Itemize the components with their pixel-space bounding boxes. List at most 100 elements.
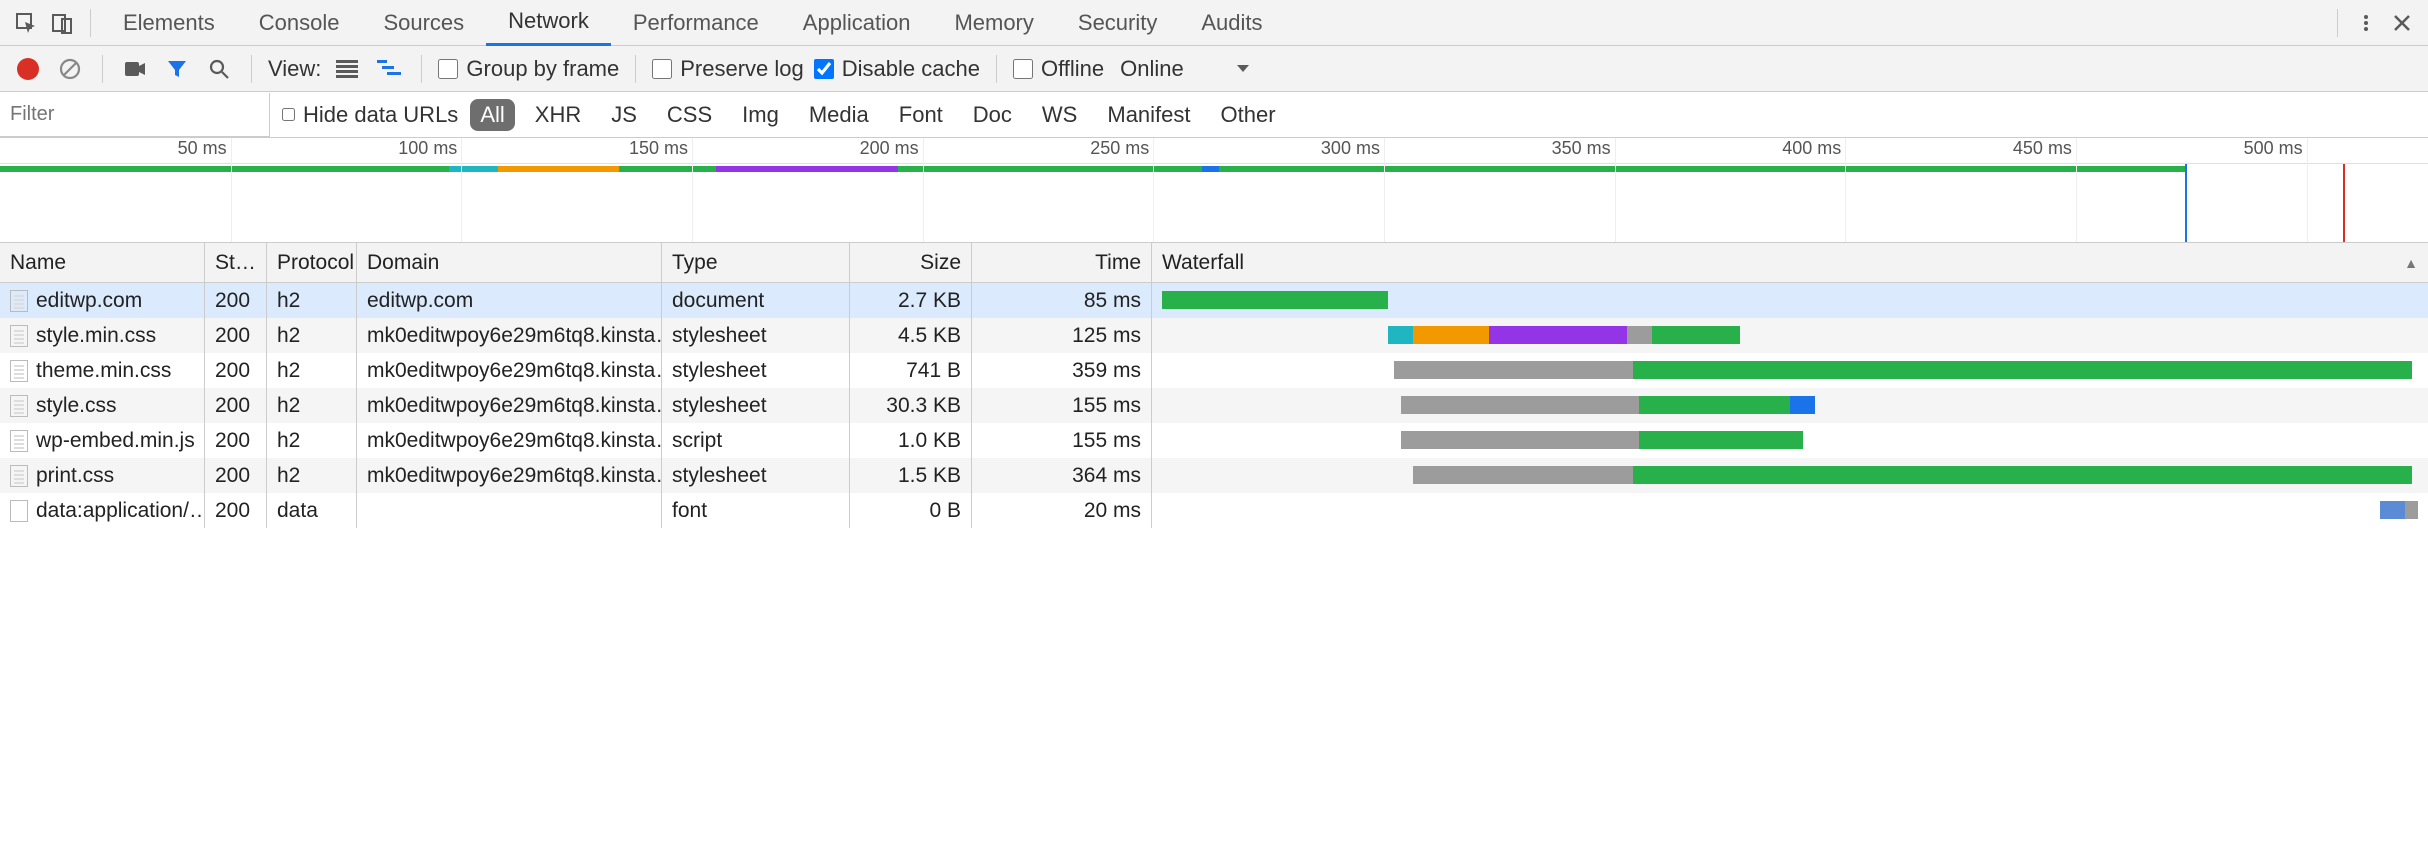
waterfall-segment [1633,361,2412,379]
kebab-menu-icon[interactable] [2348,5,2384,41]
col-size[interactable]: Size [850,243,972,282]
filter-type-js[interactable]: JS [601,99,647,131]
disable-cache-checkbox[interactable]: Disable cache [814,56,980,82]
overview-marker [2185,164,2187,242]
cell-waterfall [1152,353,2428,388]
overview-segment [619,166,716,172]
divider [421,55,422,83]
preserve-log-checkbox[interactable]: Preserve log [652,56,804,82]
tick-label: 500 ms [2244,138,2307,159]
tab-elements[interactable]: Elements [101,0,237,46]
waterfall-segment [1489,326,1627,344]
tick-label: 200 ms [860,138,923,159]
throttle-select[interactable]: Online [1114,56,1190,82]
device-toggle-icon[interactable] [44,5,80,41]
cell-time: 125 ms [972,318,1152,353]
tick-label: 50 ms [178,138,231,159]
col-time[interactable]: Time [972,243,1152,282]
cell-name: print.css [0,458,205,493]
col-status[interactable]: St… [205,243,267,282]
filter-type-font[interactable]: Font [889,99,953,131]
filter-type-manifest[interactable]: Manifest [1097,99,1200,131]
overview-segment [716,166,898,172]
file-icon [10,360,28,382]
col-waterfall[interactable]: Waterfall [1152,243,2428,282]
filter-type-ws[interactable]: WS [1032,99,1087,131]
table-row[interactable]: wp-embed.min.js200h2mk0editwpoy6e29m6tq8… [0,423,2428,458]
cell-status: 200 [205,283,267,318]
cell-type: document [662,283,850,318]
overview-segment [449,166,498,172]
search-icon[interactable] [203,53,235,85]
cell-type: script [662,423,850,458]
tick-label: 400 ms [1782,138,1845,159]
filter-type-all[interactable]: All [470,99,514,131]
cell-status: 200 [205,493,267,528]
throttle-dropdown-icon[interactable] [1200,53,1250,85]
divider [102,55,103,83]
group-by-frame-checkbox[interactable]: Group by frame [438,56,619,82]
cell-protocol: h2 [267,458,357,493]
tab-audits[interactable]: Audits [1179,0,1284,46]
tick-line [1153,138,1154,242]
cell-type: stylesheet [662,318,850,353]
camera-icon[interactable] [119,53,151,85]
cell-size: 1.5 KB [850,458,972,493]
cell-type: stylesheet [662,388,850,423]
filter-icon[interactable] [161,53,193,85]
tab-network[interactable]: Network [486,0,611,46]
hide-data-urls-checkbox[interactable]: Hide data URLs [282,102,458,128]
cell-type: font [662,493,850,528]
table-row[interactable]: print.css200h2mk0editwpoy6e29m6tq8.kinst… [0,458,2428,493]
cell-type: stylesheet [662,458,850,493]
tick-label: 150 ms [629,138,692,159]
tab-sources[interactable]: Sources [361,0,486,46]
filter-type-doc[interactable]: Doc [963,99,1022,131]
filter-type-other[interactable]: Other [1211,99,1286,131]
offline-checkbox[interactable]: Offline [1013,56,1104,82]
large-rows-icon[interactable] [331,53,363,85]
table-row[interactable]: editwp.com200h2editwp.comdocument2.7 KB8… [0,283,2428,318]
record-button[interactable] [12,53,44,85]
tab-console[interactable]: Console [237,0,362,46]
timeline-overview[interactable]: 50 ms100 ms150 ms200 ms250 ms300 ms350 m… [0,138,2428,243]
clear-icon[interactable] [54,53,86,85]
view-label: View: [268,56,321,82]
tab-application[interactable]: Application [781,0,933,46]
cell-time: 20 ms [972,493,1152,528]
col-name[interactable]: Name [0,243,205,282]
tab-memory[interactable]: Memory [932,0,1055,46]
cell-size: 30.3 KB [850,388,972,423]
waterfall-view-icon[interactable] [373,53,405,85]
cell-name: data:application/… [0,493,205,528]
tick-line [692,138,693,242]
cell-name: style.css [0,388,205,423]
table-row[interactable]: data:application/…200datafont0 B20 ms [0,493,2428,528]
tab-security[interactable]: Security [1056,0,1179,46]
tab-performance[interactable]: Performance [611,0,781,46]
table-row[interactable]: style.css200h2mk0editwpoy6e29m6tq8.kinst… [0,388,2428,423]
filter-input[interactable] [0,93,270,137]
cell-domain: mk0editwpoy6e29m6tq8.kinsta… [357,353,662,388]
col-type[interactable]: Type [662,243,850,282]
tick-line [1845,138,1846,242]
filter-type-css[interactable]: CSS [657,99,722,131]
table-row[interactable]: theme.min.css200h2mk0editwpoy6e29m6tq8.k… [0,353,2428,388]
cell-type: stylesheet [662,353,850,388]
cell-time: 85 ms [972,283,1152,318]
waterfall-segment [1394,361,1633,379]
filter-type-xhr[interactable]: XHR [525,99,591,131]
filter-type-media[interactable]: Media [799,99,879,131]
table-row[interactable]: style.min.css200h2mk0editwpoy6e29m6tq8.k… [0,318,2428,353]
table-header: Name St… Protocol Domain Type Size Time … [0,243,2428,283]
file-icon [10,430,28,452]
col-domain[interactable]: Domain [357,243,662,282]
overview-marker [2343,164,2345,242]
overview-segment [898,166,1202,172]
filter-type-img[interactable]: Img [732,99,789,131]
cell-name: style.min.css [0,318,205,353]
divider [90,9,91,37]
col-protocol[interactable]: Protocol [267,243,357,282]
close-icon[interactable] [2384,5,2420,41]
inspect-icon[interactable] [8,5,44,41]
